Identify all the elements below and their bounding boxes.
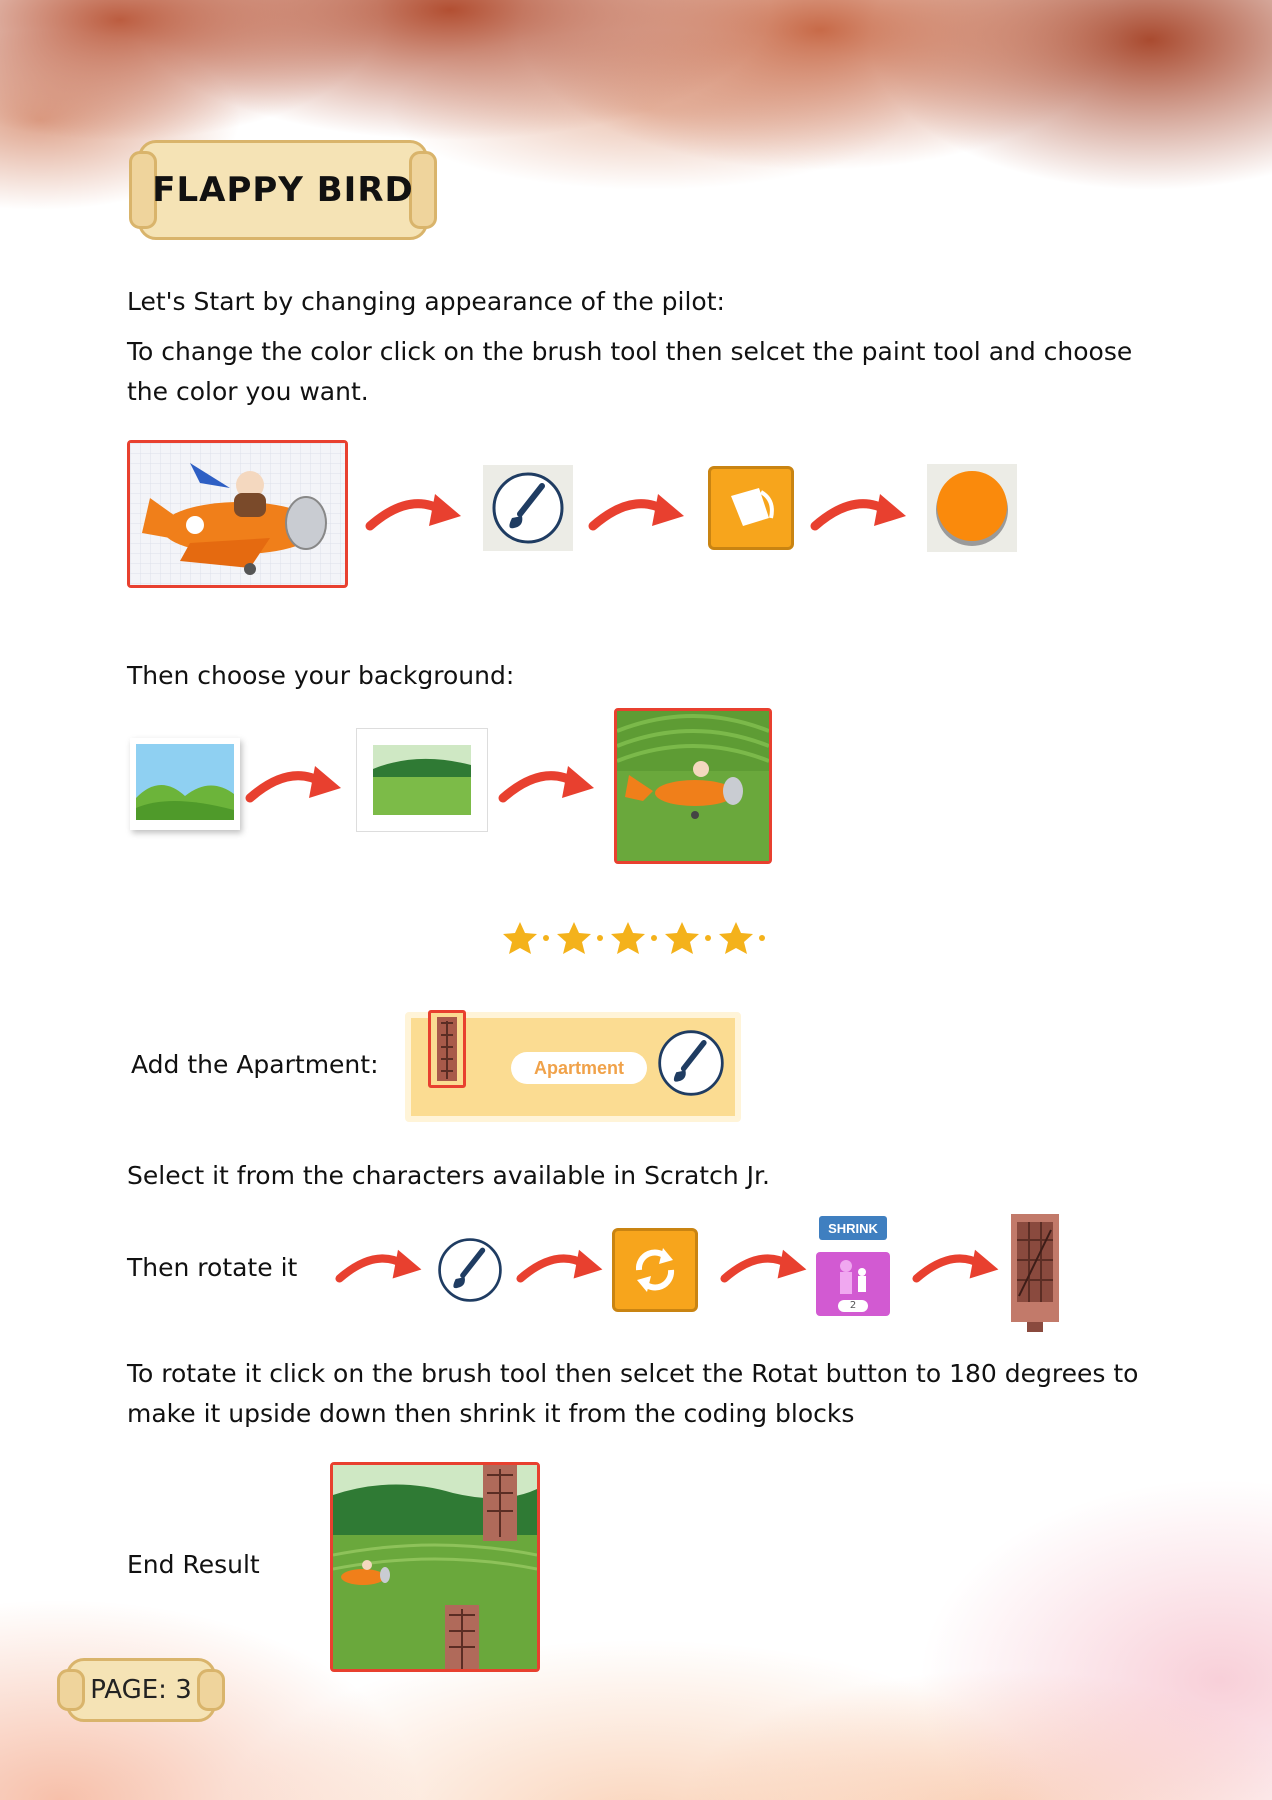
arrow-icon [516, 1249, 603, 1283]
watercolor-footer [0, 1380, 1272, 1800]
title-scroll: FLAPPY BIRD [129, 140, 437, 240]
end-result-preview [330, 1462, 540, 1672]
brush-icon [492, 472, 564, 544]
arrow-icon [365, 494, 461, 531]
orange-color-swatch[interactable] [927, 464, 1017, 552]
orange-circle-icon [936, 471, 1008, 546]
brush-icon[interactable] [656, 1028, 726, 1098]
arrow-icon [245, 766, 341, 803]
end-result-label: End Result [127, 1550, 260, 1579]
upside-down-apartment-icon [1011, 1214, 1059, 1332]
paint-bucket-button[interactable] [708, 466, 794, 550]
rotate-label: Then rotate it [127, 1253, 298, 1282]
apartment-character-thumbnail[interactable] [428, 1010, 466, 1088]
shrink-tooltip: SHRINK [819, 1216, 887, 1240]
arrow-icon [720, 1249, 807, 1283]
rotate-button[interactable] [612, 1228, 698, 1312]
arrow-icon [335, 1249, 422, 1283]
background-instruction: Then choose your background: [127, 661, 515, 690]
field-scene-icon [616, 711, 770, 861]
select-instruction: Select it from the characters available … [127, 1161, 770, 1190]
field-scene-preview [614, 708, 772, 864]
landscape-icon [136, 744, 234, 820]
brush-icon[interactable] [436, 1236, 504, 1304]
apartment-name-pill[interactable]: Apartment [511, 1052, 647, 1084]
shrink-puzzle-piece: 2 [816, 1252, 890, 1316]
color-instruction: To change the color click on the brush t… [127, 337, 1133, 406]
apartment-icon [437, 1017, 457, 1081]
shrink-people-icon [840, 1260, 866, 1294]
shrink-block[interactable]: SHRINK 2 [816, 1216, 890, 1316]
page-number: PAGE: 3 [90, 1675, 192, 1705]
arrow-icon [912, 1249, 999, 1283]
arrow-icon [810, 494, 906, 531]
stars-divider [503, 922, 765, 954]
arrow-icon [588, 494, 684, 531]
pilot-plane-image [127, 440, 348, 588]
character-bar: Apartment [405, 1010, 741, 1122]
page-title: FLAPPY BIRD [152, 170, 414, 210]
paint-bucket-icon [731, 488, 774, 526]
field-background-thumbnail[interactable] [356, 728, 488, 832]
field-landscape-icon [373, 745, 471, 815]
rotate-instruction: To rotate it click on the brush tool the… [127, 1359, 1139, 1428]
shrink-amount-field[interactable]: 2 [838, 1300, 868, 1312]
rotate-icon [635, 1248, 675, 1292]
background-picker-button[interactable] [130, 738, 240, 830]
end-result-scene [332, 1465, 538, 1669]
shrink-tooltip-label: SHRINK [828, 1220, 878, 1236]
page-number-scroll: PAGE: 3 [57, 1658, 225, 1722]
plane-icon [130, 443, 345, 585]
intro-text: Let's Start by changing appearance of th… [127, 287, 725, 316]
add-apartment-label: Add the Apartment: [131, 1050, 379, 1079]
brush-tool-button[interactable] [483, 465, 573, 551]
arrow-icon [498, 766, 594, 803]
apartment-name-label: Apartment [533, 1057, 624, 1078]
